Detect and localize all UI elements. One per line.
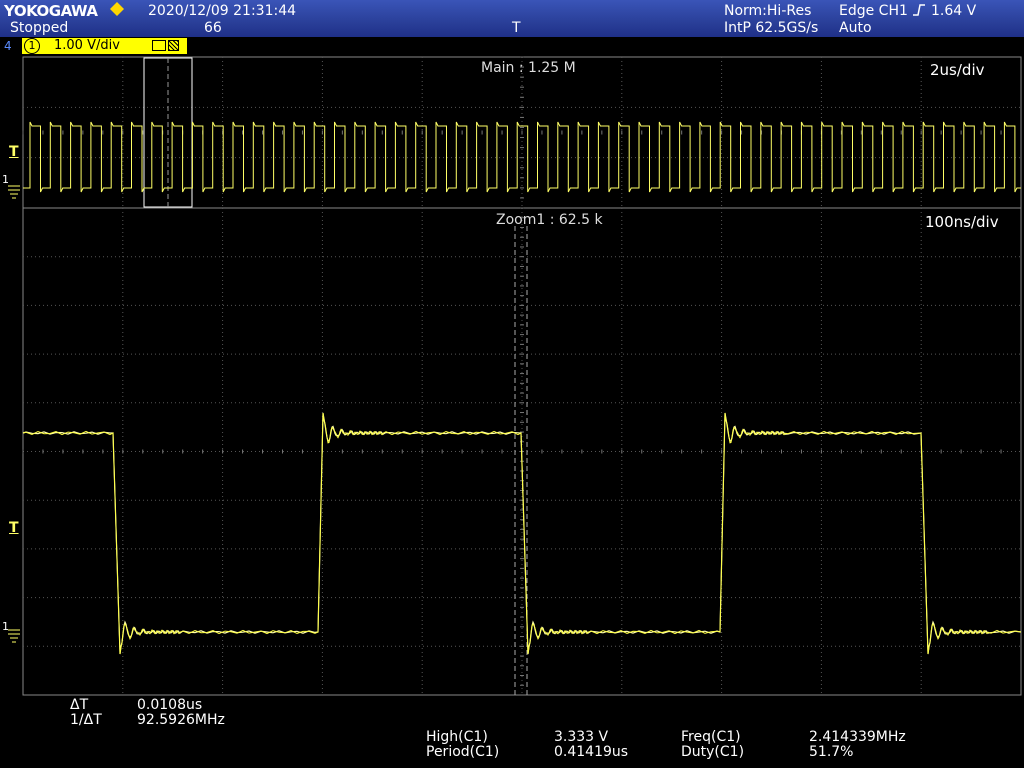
measurement-period-value: 0.41419us bbox=[554, 744, 629, 760]
measurement-period-label: Period(C1) bbox=[426, 744, 500, 760]
measurement-high-label: High(C1) bbox=[426, 729, 488, 745]
main-timebase: 2us/div bbox=[930, 61, 985, 79]
inverse-delta-t-label: 1/ΔT bbox=[70, 712, 102, 728]
waveform-display[interactable] bbox=[0, 0, 1024, 768]
main-trigger-level-marker: T bbox=[9, 144, 19, 160]
measurement-freq-value: 2.414339MHz bbox=[809, 729, 906, 745]
measurement-high-value: 3.333 V bbox=[554, 729, 609, 745]
ground-marker-main bbox=[8, 185, 20, 199]
measurement-freq-label: Freq(C1) bbox=[681, 729, 741, 745]
delta-t-value: 0.0108us bbox=[137, 697, 203, 713]
main-record-length: Main : 1.25 M bbox=[481, 60, 576, 76]
zoom-trace-overlay bbox=[22, 412, 1022, 655]
main-grid bbox=[22, 56, 1022, 209]
ground-marker-zoom bbox=[8, 629, 20, 643]
measurement-duty-label: Duty(C1) bbox=[681, 744, 745, 760]
measurement-duty-value: 51.7% bbox=[809, 744, 854, 760]
zoom-channel-marker: 1 bbox=[2, 620, 9, 633]
inverse-delta-t-value: 92.5926MHz bbox=[137, 712, 225, 728]
zoom-timebase: 100ns/div bbox=[925, 213, 999, 231]
zoom-record-length: Zoom1 : 62.5 k bbox=[496, 212, 603, 228]
zoom-trigger-level-marker: T bbox=[9, 520, 19, 536]
main-channel-marker: 1 bbox=[2, 173, 9, 186]
delta-t-label: ΔT bbox=[70, 697, 89, 713]
